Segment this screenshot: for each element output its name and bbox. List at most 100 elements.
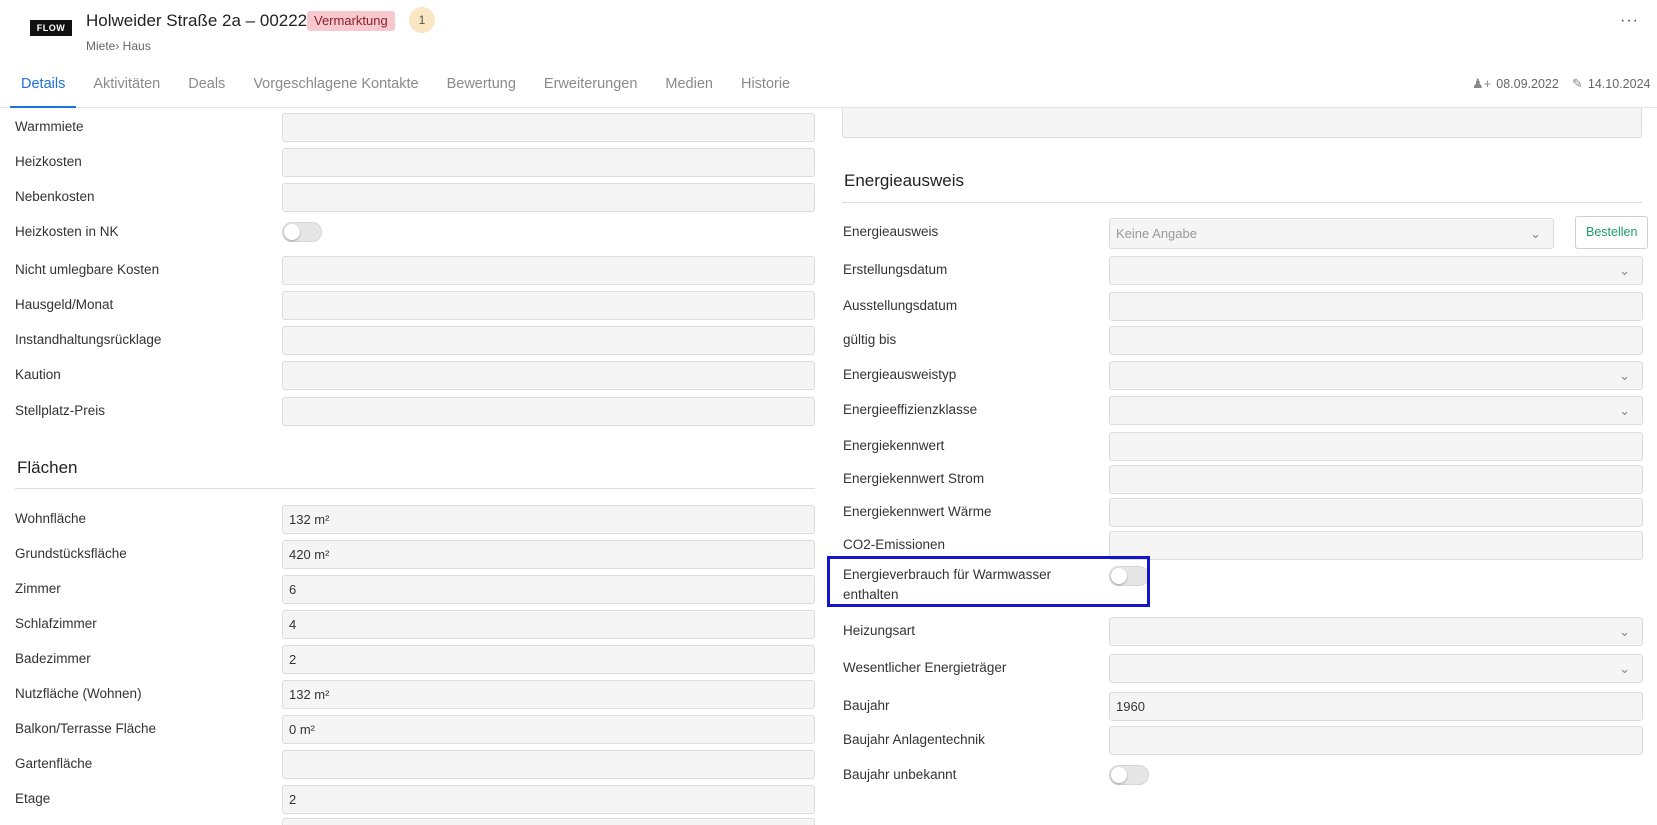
field-label: Warmmiete <box>15 119 84 134</box>
energieausweis-select[interactable]: Keine Angabe ⌄ <box>1109 218 1554 249</box>
baujahr-input[interactable]: 1960 <box>1109 692 1643 721</box>
field-label: Instandhaltungsrücklage <box>15 332 162 347</box>
form-row: Nicht umlegbare Kosten <box>15 254 815 286</box>
bestellen-button[interactable]: Bestellen <box>1575 216 1649 249</box>
co2-emissionen-input[interactable] <box>1109 531 1643 560</box>
wohnflaeche-input[interactable]: 132 m² <box>282 505 815 534</box>
field-label: Gartenfläche <box>15 756 93 771</box>
heizungsart-select[interactable]: ⌄ <box>1109 617 1643 646</box>
instandhaltungsruecklage-input[interactable] <box>282 326 815 355</box>
field-label: Energiekennwert Wärme <box>843 504 992 519</box>
chevron-down-icon: ⌄ <box>1530 226 1541 241</box>
grundstuecksflaeche-input[interactable]: 420 m² <box>282 540 815 569</box>
field-label: Baujahr <box>843 698 890 713</box>
next-field-input[interactable] <box>282 818 815 825</box>
gartenflaeche-input[interactable] <box>282 750 815 779</box>
page-title: Holweider Straße 2a – 002222 <box>86 11 317 30</box>
section-divider <box>15 488 815 489</box>
nicht-umlegbare-kosten-input[interactable] <box>282 256 815 285</box>
toggle-knob <box>1111 767 1127 783</box>
nutzflaeche-input[interactable]: 132 m² <box>282 680 815 709</box>
field-label: Wohnfläche <box>15 511 87 526</box>
form-row: Wesentlicher Energieträger ⌄ <box>843 652 1643 684</box>
field-label: Zimmer <box>15 581 61 596</box>
field-label: gültig bis <box>843 332 897 347</box>
heizkosten-input[interactable] <box>282 148 815 177</box>
form-row: Heizkosten <box>15 146 815 178</box>
zimmer-input[interactable]: 6 <box>282 575 815 604</box>
baujahr-unbekannt-toggle[interactable] <box>1109 765 1149 785</box>
form-row: Zimmer 6 <box>15 573 815 605</box>
form-row: Instandhaltungsrücklage <box>15 324 815 356</box>
field-label: Energieausweistyp <box>843 367 957 382</box>
form-row: Nutzfläche (Wohnen) 132 m² <box>15 678 815 710</box>
section-title-flaechen: Flächen <box>17 458 78 477</box>
form-row: Baujahr Anlagentechnik <box>843 724 1643 756</box>
tab-historie[interactable]: Historie <box>730 68 801 108</box>
form-row: gültig bis <box>843 324 1643 356</box>
field-label: Energieausweis <box>843 224 939 239</box>
baujahr-anlagentechnik-input[interactable] <box>1109 726 1643 755</box>
form-row: Kaution <box>15 359 815 391</box>
energieeffizienzklasse-select[interactable]: ⌄ <box>1109 396 1643 425</box>
toggle-knob <box>284 224 300 240</box>
warmmiete-input[interactable] <box>282 113 815 142</box>
more-horizontal-icon[interactable]: ··· <box>1620 12 1639 30</box>
tab-deals[interactable]: Deals <box>177 68 236 108</box>
hausgeld-input[interactable] <box>282 291 815 320</box>
heizkosten-in-nk-toggle[interactable] <box>282 222 322 242</box>
previous-textarea[interactable] <box>842 108 1642 138</box>
erstellungsdatum-select[interactable]: ⌄ <box>1109 256 1643 285</box>
created-date: 08.09.2022 <box>1496 77 1559 91</box>
form-row: Baujahr 1960 <box>843 690 1643 722</box>
count-badge[interactable]: 1 <box>409 7 435 33</box>
form-row: Warmmiete <box>15 111 815 143</box>
energiekennwert-waerme-input[interactable] <box>1109 498 1643 527</box>
etage-input[interactable]: 2 <box>282 785 815 814</box>
status-badge[interactable]: Vermarktung <box>307 11 395 31</box>
tab-vorgeschlagene-kontakte[interactable]: Vorgeschlagene Kontakte <box>242 68 429 108</box>
field-label: Baujahr unbekannt <box>843 767 957 782</box>
chevron-down-icon: ⌄ <box>1619 368 1630 383</box>
balkon-terrasse-flaeche-input[interactable]: 0 m² <box>282 715 815 744</box>
form-row: Balkon/Terrasse Fläche 0 m² <box>15 713 815 745</box>
form-row: Gartenfläche <box>15 748 815 780</box>
tab-bar: Details Aktivitäten Deals Vorgeschlagene… <box>10 68 807 108</box>
created-info: ♟+ 08.09.2022 <box>1472 76 1559 92</box>
field-label: Nebenkosten <box>15 189 95 204</box>
tab-aktivitaeten[interactable]: Aktivitäten <box>82 68 171 108</box>
form-row: Energiekennwert <box>843 430 1643 462</box>
field-label: Heizungsart <box>843 623 916 638</box>
energiekennwert-input[interactable] <box>1109 432 1643 461</box>
tab-erweiterungen[interactable]: Erweiterungen <box>533 68 649 108</box>
field-label: Schlafzimmer <box>15 616 97 631</box>
form-row: Schlafzimmer 4 <box>15 608 815 640</box>
form-row: Ausstellungsdatum <box>843 290 1643 322</box>
kaution-input[interactable] <box>282 361 815 390</box>
badezimmer-input[interactable]: 2 <box>282 645 815 674</box>
form-row: Energieausweis Keine Angabe ⌄ Bestellen <box>843 216 1649 250</box>
stellplatz-preis-input[interactable] <box>282 397 815 426</box>
energieausweistyp-select[interactable]: ⌄ <box>1109 361 1643 390</box>
schlafzimmer-input[interactable]: 4 <box>282 610 815 639</box>
tab-bewertung[interactable]: Bewertung <box>436 68 527 108</box>
energiekennwert-strom-input[interactable] <box>1109 465 1643 494</box>
nebenkosten-input[interactable] <box>282 183 815 212</box>
chevron-down-icon: ⌄ <box>1619 624 1630 639</box>
field-label: Grundstücksfläche <box>15 546 127 561</box>
tab-details[interactable]: Details <box>10 68 77 108</box>
flow-logo: FLOW <box>30 20 72 36</box>
form-row: Etage 2 <box>15 783 815 815</box>
user-plus-icon: ♟+ <box>1472 76 1492 91</box>
page-header: FLOW Holweider Straße 2a – 002222 Vermar… <box>0 0 1657 108</box>
gueltig-bis-input[interactable] <box>1109 326 1643 355</box>
field-label: Stellplatz-Preis <box>15 403 106 418</box>
form-row: Grundstücksfläche 420 m² <box>15 538 815 570</box>
ausstellungsdatum-input[interactable] <box>1109 292 1643 321</box>
form-row: Energieeffizienzklasse ⌄ <box>843 394 1643 426</box>
energietraeger-select[interactable]: ⌄ <box>1109 654 1643 683</box>
form-row: Hausgeld/Monat <box>15 289 815 321</box>
field-label: Badezimmer <box>15 651 91 666</box>
tab-medien[interactable]: Medien <box>654 68 724 108</box>
form-row: Badezimmer 2 <box>15 643 815 675</box>
